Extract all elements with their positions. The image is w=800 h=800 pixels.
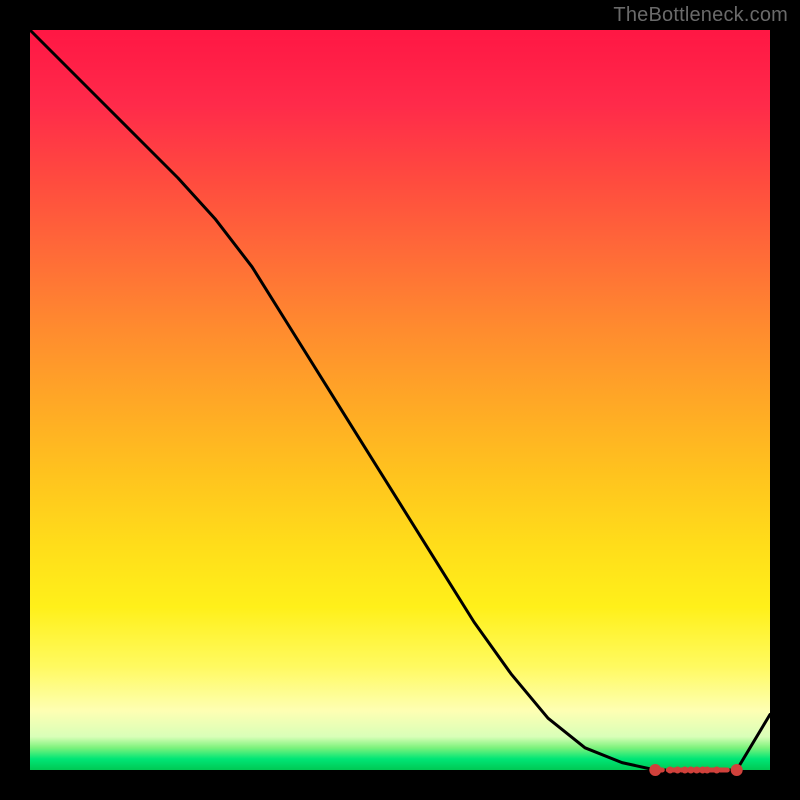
curve-line: [30, 30, 770, 770]
highlight-marker: [731, 764, 743, 776]
highlight-marker: [704, 767, 711, 774]
highlight-marker: [674, 767, 681, 774]
highlight-marker: [713, 767, 720, 774]
highlight-marker: [649, 764, 661, 776]
chart-overlay-svg: [30, 30, 770, 770]
highlight-marker: [667, 767, 674, 774]
highlight-markers: [649, 764, 742, 776]
watermark-text: TheBottleneck.com: [613, 4, 788, 27]
chart-wrapper: TheBottleneck.com: [0, 0, 800, 800]
